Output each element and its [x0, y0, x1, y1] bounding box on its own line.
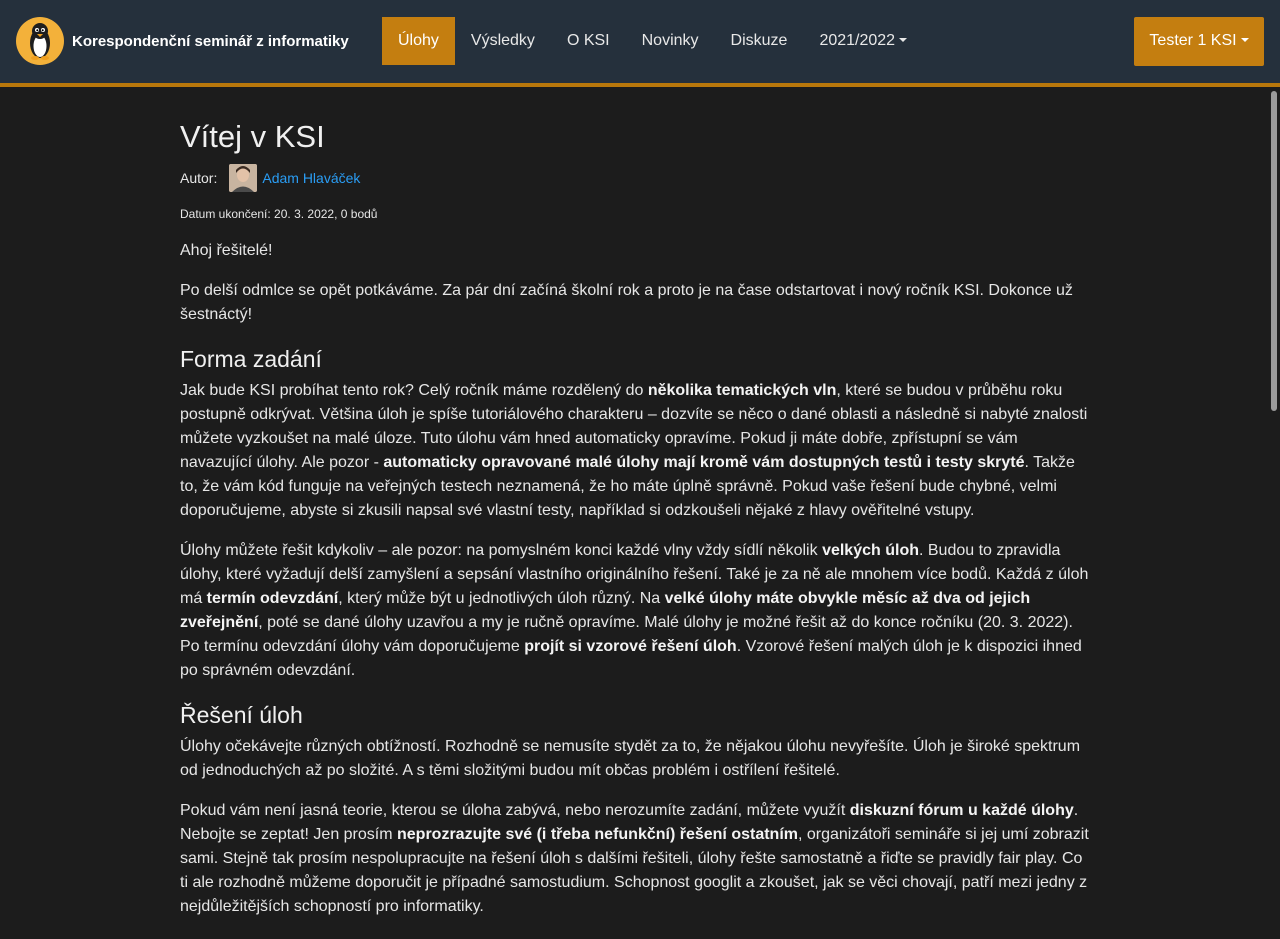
forma-paragraph-2: Úlohy můžete řešit kdykoliv – ale pozor:…	[180, 542, 1089, 679]
main-nav: Úlohy Výsledky O KSI Novinky Diskuze 202…	[382, 17, 923, 65]
caret-down-icon	[1240, 38, 1249, 42]
nav-item-o-ksi[interactable]: O KSI	[551, 17, 626, 65]
author-link[interactable]: Adam Hlaváček	[262, 170, 360, 186]
author-label: Autor:	[180, 170, 218, 186]
nav-item-novinky[interactable]: Novinky	[626, 17, 715, 65]
user-menu-button[interactable]: Tester 1 KSI	[1134, 17, 1264, 66]
page-title: Vítej v KSI	[180, 119, 325, 154]
nav-item-vysledky[interactable]: Výsledky	[455, 17, 551, 65]
nav-item-ulohy[interactable]: Úlohy	[382, 17, 455, 65]
deadline-info: Datum ukončení: 20. 3. 2022, 0 bodů	[180, 207, 378, 221]
reseni-paragraph-1: Úlohy očekávejte různých obtížností. Roz…	[180, 738, 1081, 779]
scrollbar-thumb[interactable]	[1271, 91, 1277, 411]
avatar	[229, 164, 258, 192]
vertical-scrollbar[interactable]	[1268, 87, 1280, 939]
year-dropdown[interactable]: 2021/2022	[803, 17, 923, 65]
brand[interactable]: Korespondenční seminář z informatiky	[16, 17, 349, 65]
article-body: Ahoj řešitelé! Po delší odmlce se opět p…	[180, 239, 1090, 935]
intro-paragraph: Po delší odmlce se opět potkáváme. Za pá…	[180, 282, 1073, 323]
year-dropdown-label: 2021/2022	[819, 32, 896, 49]
top-navbar: Korespondenční seminář z informatiky Úlo…	[0, 0, 1280, 87]
forma-paragraph-1: Jak bude KSI probíhat tento rok? Celý ro…	[180, 382, 1088, 519]
nav-item-diskuze[interactable]: Diskuze	[715, 17, 804, 65]
penguin-logo-icon	[16, 17, 64, 65]
section-heading-reseni: Řešení úloh	[180, 702, 303, 728]
section-heading-forma: Forma zadání	[180, 346, 322, 372]
reseni-paragraph-2: Pokud vám není jasná teorie, kterou se ú…	[180, 802, 1089, 915]
caret-down-icon	[899, 38, 908, 42]
user-menu-label: Tester 1 KSI	[1149, 32, 1237, 49]
author-line: Autor: Adam Hlaváček	[180, 164, 360, 192]
brand-title: Korespondenční seminář z informatiky	[72, 32, 349, 50]
greeting-paragraph: Ahoj řešitelé!	[180, 242, 273, 259]
